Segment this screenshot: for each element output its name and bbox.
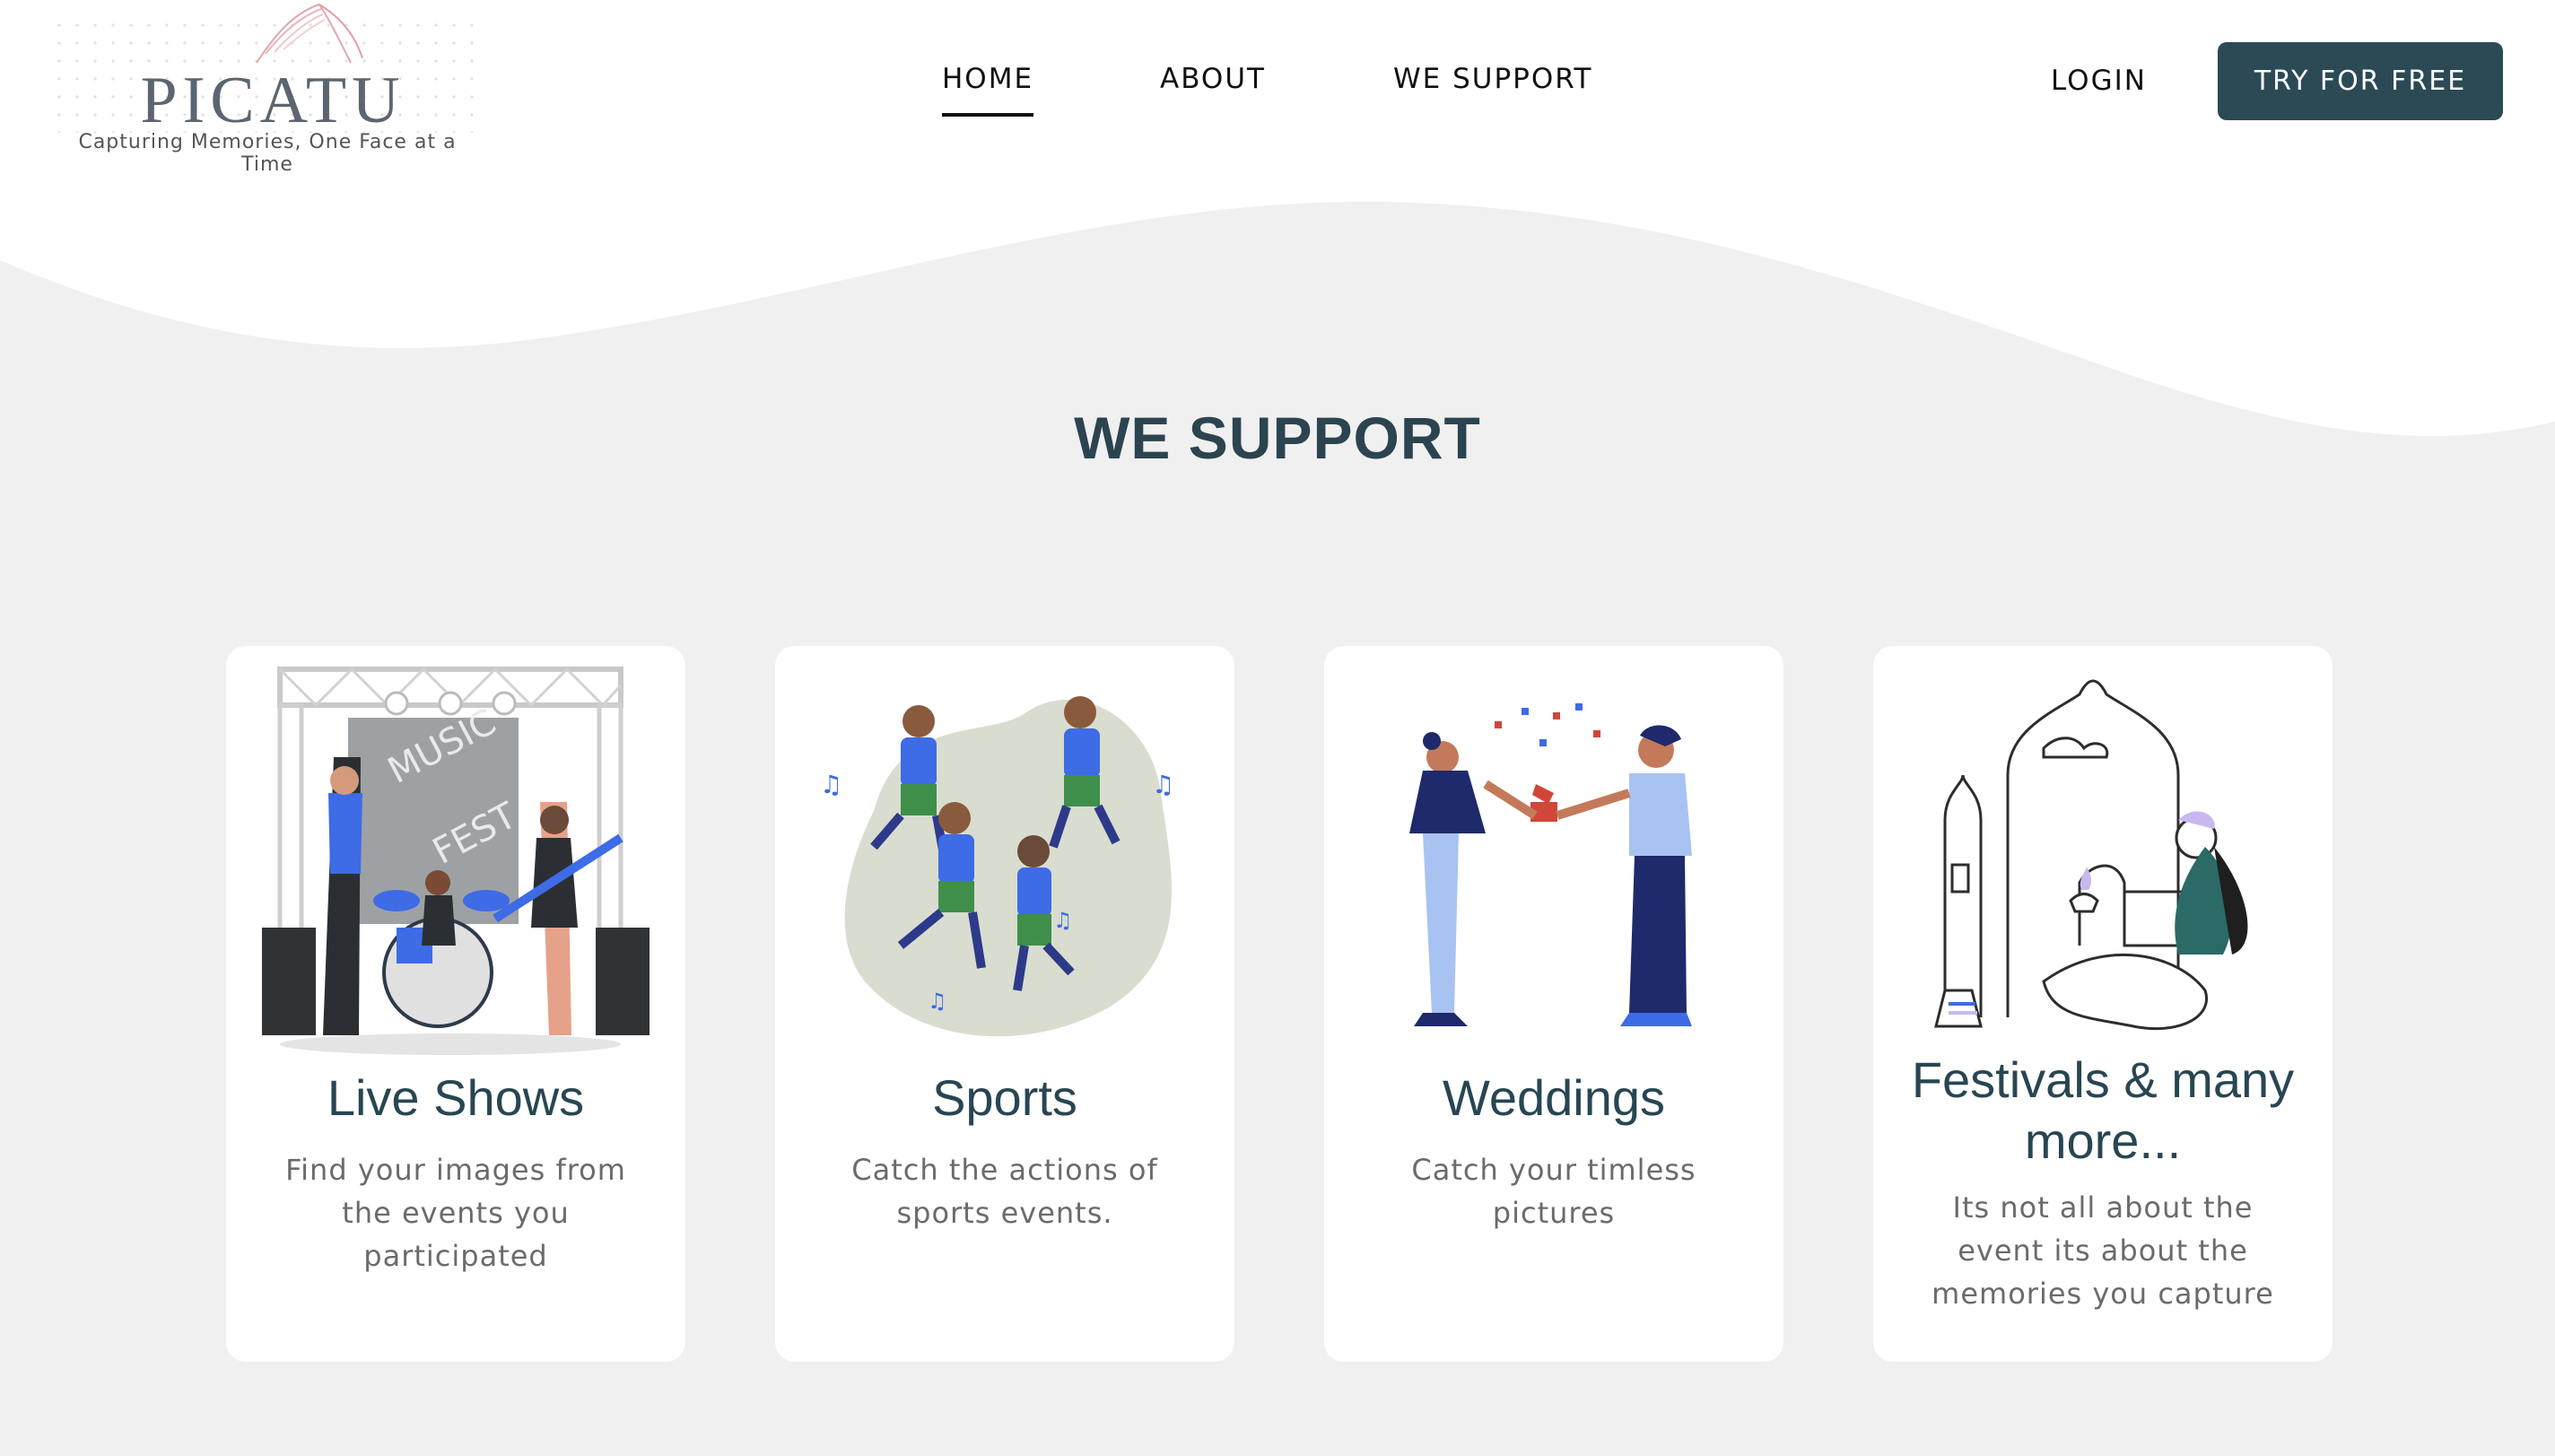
nav-home[interactable]: HOME bbox=[942, 63, 1034, 117]
page: PICATU Capturing Memories, One Face at a… bbox=[0, 0, 2555, 1456]
card-title: Weddings bbox=[1442, 1069, 1665, 1126]
brand-logo[interactable]: PICATU Capturing Memories, One Face at a… bbox=[50, 0, 484, 176]
svg-text:♫: ♫ bbox=[928, 989, 947, 1014]
svg-text:♫: ♫ bbox=[1152, 770, 1174, 799]
card-weddings[interactable]: Weddings Catch your timless pictures bbox=[1324, 646, 1783, 1362]
card-description: Catch the actions of sports events. bbox=[851, 1153, 1158, 1230]
svg-text:♫: ♫ bbox=[820, 770, 842, 799]
card-description: Catch your timless pictures bbox=[1411, 1153, 1696, 1230]
card-title: Festivals & many more... bbox=[1911, 1051, 2295, 1169]
proposal-couple-illustration bbox=[1409, 703, 1692, 1026]
card-live-shows[interactable]: MUSIC FEST Live Shows Find your images f… bbox=[226, 646, 685, 1362]
nav-we-support[interactable]: WE SUPPORT bbox=[1393, 63, 1592, 95]
card-description: Find your images from the events you par… bbox=[285, 1153, 626, 1273]
try-for-free-button[interactable]: TRY FOR FREE bbox=[2218, 42, 2503, 120]
login-link[interactable]: LOGIN bbox=[2051, 65, 2147, 97]
bird-logo-icon bbox=[256, 3, 363, 64]
nav-about[interactable]: ABOUT bbox=[1160, 63, 1266, 95]
card-sports[interactable]: ♫ ♫ ♫ ♫ Sports Catch the actions of spor… bbox=[775, 646, 1234, 1362]
card-description: Its not all about the event its about th… bbox=[1932, 1190, 2274, 1311]
section-title: WE SUPPORT bbox=[1074, 405, 1481, 471]
card-title: Live Shows bbox=[327, 1069, 585, 1126]
brand-tagline: Capturing Memories, One Face at a Time bbox=[78, 131, 457, 176]
football-players-illustration: ♫ ♫ ♫ ♫ bbox=[820, 696, 1174, 1037]
brand-name: PICATU bbox=[140, 64, 405, 137]
card-festivals[interactable]: Festivals & many more... Its not all abo… bbox=[1873, 646, 2333, 1362]
music-fest-band-illustration: MUSIC FEST bbox=[262, 667, 650, 1055]
diwali-lamp-illustration bbox=[1934, 679, 2248, 1031]
card-title: Sports bbox=[932, 1069, 1077, 1126]
svg-text:♫: ♫ bbox=[1053, 908, 1073, 933]
